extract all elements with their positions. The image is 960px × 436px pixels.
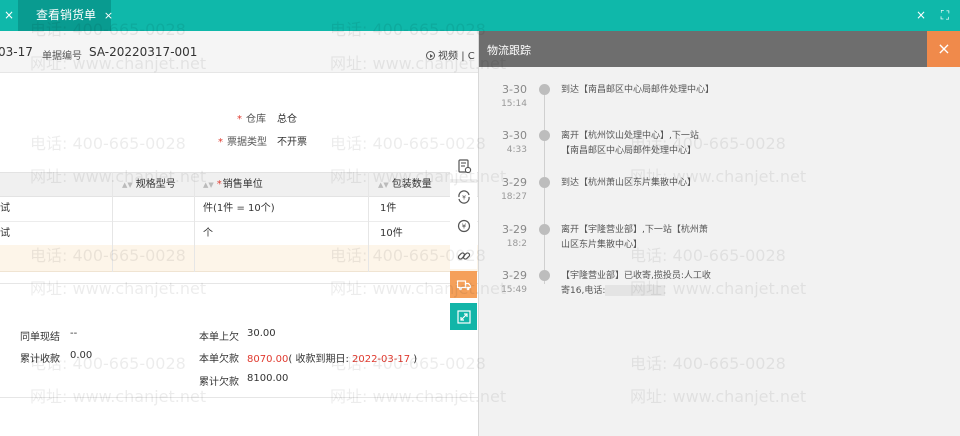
svg-text:¥: ¥ bbox=[462, 194, 466, 201]
event-date: 3-29 bbox=[502, 223, 527, 236]
tab-prev-close-button[interactable]: × bbox=[0, 0, 18, 31]
sort-icon[interactable]: ▲▼ bbox=[122, 174, 133, 197]
cell-pack: 1件 bbox=[380, 203, 397, 214]
doc-no-label: 单据编号 bbox=[42, 51, 82, 62]
col-divider bbox=[368, 172, 369, 272]
same-cash-value: -- bbox=[70, 328, 78, 339]
event-time: 15:49 bbox=[501, 285, 527, 295]
accum-receipt-value: 0.00 bbox=[70, 350, 93, 361]
document-header: 03-17 单据编号 SA-20220317-001 视频 | C bbox=[0, 31, 478, 73]
event-time: 4:33 bbox=[506, 145, 527, 155]
event-time: 18:2 bbox=[506, 239, 527, 249]
event-text: 【宇隆营业部】已收寄,揽投员:人工收寄16,电话: bbox=[561, 271, 711, 296]
timeline-dot bbox=[539, 270, 550, 281]
event-text: 离开【杭州饮山处理中心】,下一站【南昌邮区中心局邮件处理中心】 bbox=[561, 131, 699, 156]
section-divider bbox=[0, 397, 478, 398]
tab-close-icon[interactable]: × bbox=[104, 9, 113, 22]
logistics-panel: 物流跟踪 × 3-30 15:14 到达【南昌邮区中心局邮件处理中心】 3-30… bbox=[478, 31, 960, 436]
currency-circle-icon[interactable]: ¥ bbox=[450, 212, 477, 239]
timeline-dot bbox=[539, 130, 550, 141]
table-header: ▲▼ 规格型号 ▲▼ *销售单位 ▲▼ 包装数量 bbox=[0, 172, 478, 197]
total-debt-label: 累计欠款 bbox=[199, 377, 239, 388]
col-divider bbox=[112, 172, 113, 272]
event-text: 到达【杭州萧山区东片集散中心】 bbox=[561, 178, 697, 188]
warehouse-label: * 仓库 bbox=[237, 114, 266, 125]
table-row[interactable]: 试 个 10件 bbox=[0, 222, 478, 247]
due-date: 2022-03-17 bbox=[352, 354, 411, 365]
link-icon[interactable] bbox=[450, 242, 477, 269]
event-time: 15:14 bbox=[501, 99, 527, 109]
refresh-money-icon[interactable]: ¥ bbox=[450, 183, 477, 210]
cell-pack: 10件 bbox=[380, 228, 403, 239]
window-close-button[interactable]: × bbox=[911, 0, 931, 31]
doc-no-value: SA-20220317-001 bbox=[89, 45, 198, 59]
section-divider bbox=[0, 283, 478, 284]
sort-icon[interactable]: ▲▼ bbox=[203, 174, 214, 197]
sort-icon[interactable]: ▲▼ bbox=[378, 174, 389, 197]
logistics-title: 物流跟踪 bbox=[487, 44, 531, 57]
event-text: 离开【宇隆营业部】,下一站【杭州萧山区东片集散中心】 bbox=[561, 225, 708, 250]
total-debt-value: 8100.00 bbox=[247, 373, 289, 384]
play-icon bbox=[426, 51, 435, 60]
tab-bar: × 查看销货单 × × ⛶ bbox=[0, 0, 960, 31]
fullscreen-button[interactable]: ⛶ bbox=[935, 0, 955, 31]
new-row-placeholder[interactable] bbox=[0, 245, 478, 272]
cur-debt-value: 8070.00( 收款到期日: 2022-03-17 ) bbox=[247, 354, 418, 365]
event-date: 3-29 bbox=[502, 176, 527, 189]
col-spec[interactable]: ▲▼ 规格型号 bbox=[122, 173, 176, 196]
cell-unit: 个 bbox=[203, 228, 213, 239]
app-root: × 查看销货单 × × ⛶ 03-17 单据编号 SA-20220317-001… bbox=[0, 0, 960, 436]
watermark: 网址: www.chanjet.net bbox=[30, 387, 207, 406]
video-more: | C bbox=[461, 51, 475, 62]
tab-view-sales-order[interactable]: 查看销货单 × bbox=[18, 0, 113, 31]
table-row[interactable]: 试 件(1件 = 10个) 1件 bbox=[0, 197, 478, 222]
watermark: 网址: www.chanjet.net bbox=[30, 279, 207, 298]
svg-text:¥: ¥ bbox=[461, 222, 466, 230]
redacted-phone bbox=[605, 285, 666, 296]
cell-unit: 件(1件 = 10个) bbox=[203, 203, 275, 214]
logistics-close-button[interactable]: × bbox=[927, 31, 960, 67]
warehouse-value[interactable]: 总仓 bbox=[277, 110, 297, 125]
cell-name: 试 bbox=[0, 228, 10, 239]
col-divider bbox=[194, 172, 195, 272]
watermark: 电话: 400-665-0028 bbox=[30, 134, 186, 153]
event-date: 3-29 bbox=[502, 269, 527, 282]
col-pack-qty[interactable]: ▲▼ 包装数量 bbox=[378, 173, 432, 196]
timeline-dot bbox=[539, 177, 550, 188]
prev-debt-label: 本单上欠 bbox=[199, 332, 239, 343]
watermark: 电话: 400-665-0028 bbox=[330, 134, 486, 153]
accum-receipt-label: 累计收款 bbox=[20, 354, 60, 365]
truck-icon[interactable] bbox=[450, 271, 477, 298]
tab-label: 查看销货单 bbox=[36, 8, 97, 22]
event-text: 到达【南昌邮区中心局邮件处理中心】 bbox=[561, 85, 715, 95]
invoice-type-label: * 票据类型 bbox=[218, 137, 267, 148]
col-sales-unit[interactable]: ▲▼ *销售单位 bbox=[203, 173, 263, 196]
video-label: 视频 bbox=[438, 51, 458, 62]
event-date: 3-30 bbox=[502, 83, 527, 96]
timeline-dot bbox=[539, 84, 550, 95]
document-date: 03-17 bbox=[0, 45, 33, 59]
cur-debt-label: 本单欠款 bbox=[199, 354, 239, 365]
timeline-dot bbox=[539, 224, 550, 235]
event-date: 3-30 bbox=[502, 129, 527, 142]
doc-check-icon[interactable] bbox=[450, 152, 477, 179]
logistics-panel-header: 物流跟踪 × bbox=[479, 31, 960, 67]
cell-name: 试 bbox=[0, 203, 10, 214]
video-link[interactable]: 视频 | C bbox=[426, 47, 475, 62]
same-cash-label: 同单现结 bbox=[20, 332, 60, 343]
event-time: 18:27 bbox=[501, 192, 527, 202]
invoice-type-value[interactable]: 不开票 bbox=[277, 133, 307, 148]
prev-debt-value: 30.00 bbox=[247, 328, 276, 339]
expand-icon[interactable] bbox=[450, 303, 477, 330]
